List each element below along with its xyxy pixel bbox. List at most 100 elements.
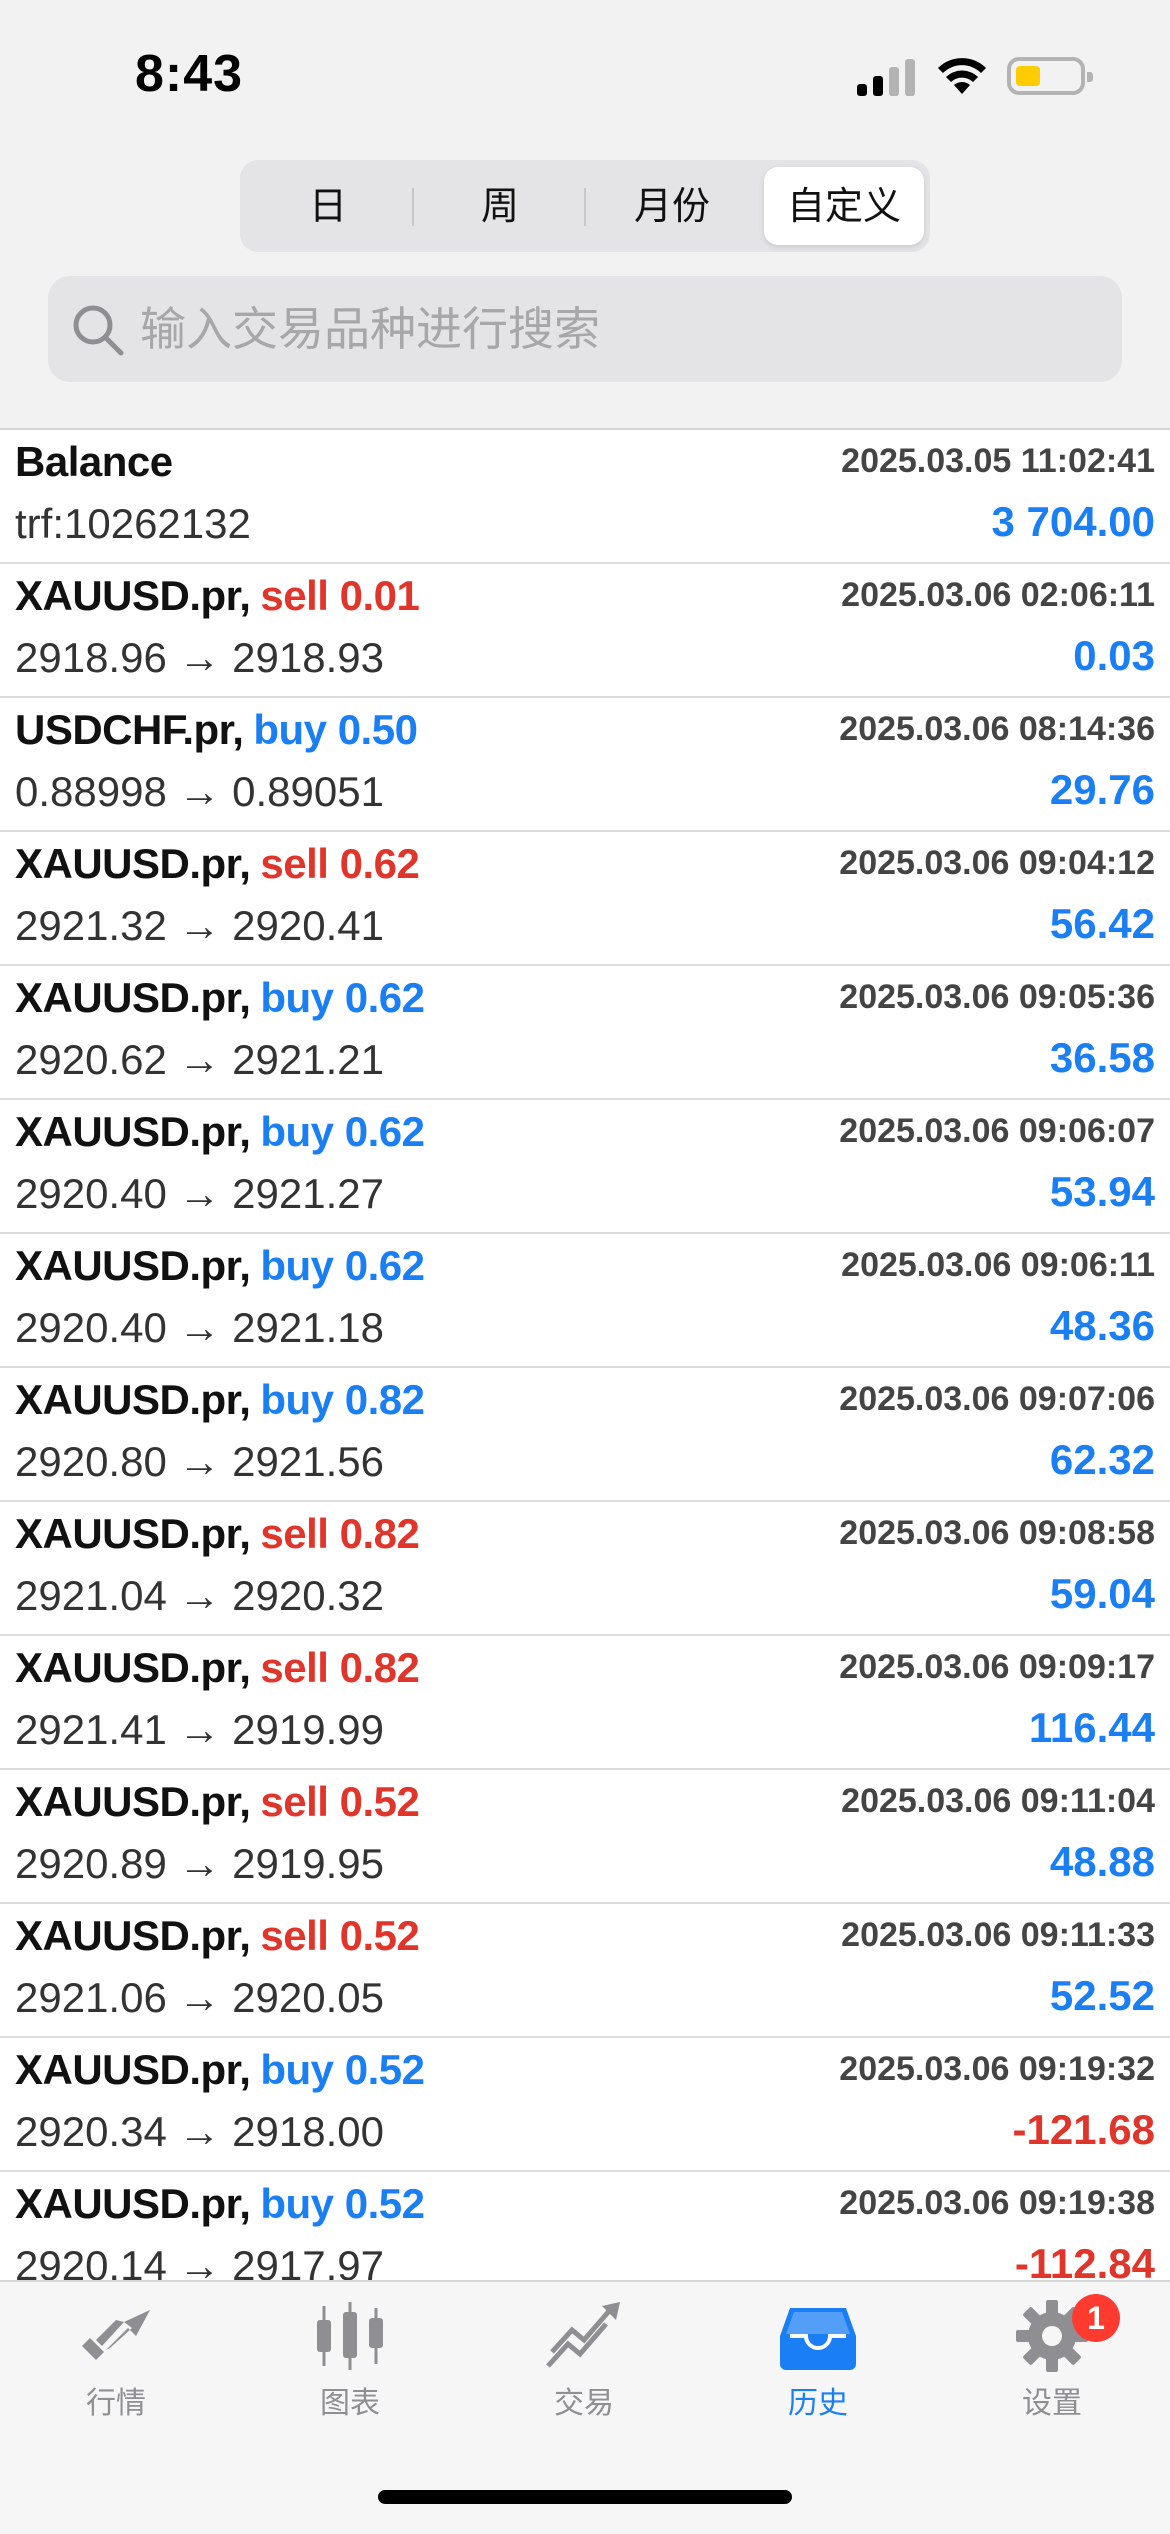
trade-row[interactable]: XAUUSD.pr, buy 0.62 2920.62 → 2921.21 2025.… — [0, 966, 1170, 1100]
trade-timestamp: 2025.03.06 09:04:12 — [839, 844, 1155, 882]
trade-row[interactable]: XAUUSD.pr, buy 0.52 2920.14 → 2917.97 2025.… — [0, 2172, 1170, 2280]
balance-timestamp: 2025.03.05 11:02:41 — [841, 442, 1155, 480]
trade-prices: 2921.06 → 2920.05 — [15, 1974, 384, 2021]
trade-timestamp: 2025.03.06 09:07:06 — [839, 1380, 1155, 1418]
balance-label: Balance — [15, 438, 173, 485]
trade-action: sell 0.52 — [260, 1912, 420, 1959]
trade-profit: 52.52 — [1049, 1972, 1155, 2019]
trade-prices: 2920.89 → 2919.95 — [15, 1840, 384, 1887]
trade-symbol-name: XAUUSD.pr, — [15, 572, 251, 619]
tab-trade[interactable]: 交易 — [484, 2300, 684, 2450]
trade-row[interactable]: XAUUSD.pr, sell 0.52 2921.06 → 2920.05 2025… — [0, 1904, 1170, 2038]
trade-symbol-name: XAUUSD.pr, — [15, 1376, 251, 1423]
trade-symbol-name: XAUUSD.pr, — [15, 974, 251, 1021]
trade-symbol: XAUUSD.pr, sell 0.52 — [15, 1912, 420, 1960]
segment-month[interactable]: 月份 — [592, 167, 752, 245]
home-indicator — [378, 2490, 792, 2504]
search-bar[interactable] — [48, 276, 1122, 382]
tab-settings[interactable]: 1 设置 — [952, 2294, 1152, 2450]
trade-symbol: XAUUSD.pr, sell 0.52 — [15, 1778, 420, 1826]
trade-symbol: USDCHF.pr, buy 0.50 — [15, 706, 418, 754]
balance-sub: trf:10262132 — [15, 500, 251, 547]
trade-row[interactable]: XAUUSD.pr, sell 0.01 2918.96 → 2918.93 2025… — [0, 564, 1170, 698]
tab-settings-label: 设置 — [1022, 2386, 1082, 2421]
trade-symbol-name: XAUUSD.pr, — [15, 1644, 251, 1691]
trade-symbol: XAUUSD.pr, sell 0.62 — [15, 840, 420, 888]
search-icon — [73, 305, 124, 356]
trade-symbol-name: XAUUSD.pr, — [15, 1510, 251, 1557]
tab-history-label: 历史 — [788, 2386, 848, 2421]
trade-action: buy 0.52 — [260, 2180, 425, 2227]
tab-charts[interactable]: 图表 — [250, 2300, 450, 2450]
trade-symbol: XAUUSD.pr, sell 0.82 — [15, 1510, 420, 1558]
segment-day[interactable]: 日 — [248, 167, 408, 245]
trade-profit: 0.03 — [1073, 632, 1155, 679]
trade-row[interactable]: USDCHF.pr, buy 0.50 0.88998 → 0.89051 2025.… — [0, 698, 1170, 832]
tab-quotes-label: 行情 — [86, 2386, 146, 2421]
trade-row[interactable]: XAUUSD.pr, buy 0.62 2920.40 → 2921.27 2025.… — [0, 1100, 1170, 1234]
trade-row[interactable]: XAUUSD.pr, sell 0.82 2921.41 → 2919.99 2025… — [0, 1636, 1170, 1770]
trade-timestamp: 2025.03.06 08:14:36 — [839, 710, 1155, 748]
trade-row[interactable]: XAUUSD.pr, buy 0.62 2920.40 → 2921.18 2025.… — [0, 1234, 1170, 1368]
trade-timestamp: 2025.03.06 09:08:58 — [839, 1514, 1155, 1552]
trade-prices: 2921.41 → 2919.99 — [15, 1706, 384, 1753]
trade-timestamp: 2025.03.06 09:11:04 — [841, 1782, 1155, 1820]
battery-icon — [1007, 57, 1093, 95]
trade-symbol-name: USDCHF.pr, — [15, 706, 244, 753]
tab-history[interactable]: 历史 — [718, 2300, 918, 2450]
balance-amount: 3 704.00 — [991, 498, 1156, 545]
trade-prices: 2920.80 → 2921.56 — [15, 1438, 384, 1485]
trade-symbol-name: XAUUSD.pr, — [15, 1242, 251, 1289]
trade-prices: 2920.40 → 2921.18 — [15, 1304, 384, 1351]
segment-custom[interactable]: 自定义 — [764, 167, 924, 245]
trade-profit: 36.58 — [1049, 1034, 1155, 1081]
trade-action: buy 0.50 — [253, 706, 418, 753]
trade-timestamp: 2025.03.06 09:05:36 — [839, 978, 1155, 1016]
status-time: 8:43 — [135, 45, 244, 103]
settings-badge: 1 — [1072, 2294, 1120, 2342]
trade-symbol-name: XAUUSD.pr, — [15, 2180, 251, 2227]
trade-row[interactable]: XAUUSD.pr, buy 0.82 2920.80 → 2921.56 2025.… — [0, 1368, 1170, 1502]
trade-profit: 59.04 — [1049, 1570, 1155, 1617]
trade-action: sell 0.01 — [260, 572, 420, 619]
trade-timestamp: 2025.03.06 09:19:32 — [839, 2050, 1155, 2088]
trade-timestamp: 2025.03.06 09:09:17 — [839, 1648, 1155, 1686]
trade-symbol-name: XAUUSD.pr, — [15, 1778, 251, 1825]
trade-prices: 2918.96 → 2918.93 — [15, 634, 384, 681]
history-icon — [780, 2308, 856, 2370]
trade-profit: 56.42 — [1049, 900, 1155, 947]
trade-action: sell 0.52 — [260, 1778, 420, 1825]
trade-symbol: XAUUSD.pr, buy 0.52 — [15, 2180, 425, 2228]
trade-profit: -121.68 — [1012, 2106, 1155, 2153]
trade-symbol: XAUUSD.pr, buy 0.62 — [15, 1108, 425, 1156]
search-input[interactable] — [140, 276, 1100, 382]
trade-profit: 53.94 — [1049, 1168, 1155, 1215]
trade-prices: 2920.34 → 2918.00 — [15, 2108, 384, 2155]
trade-row[interactable]: XAUUSD.pr, sell 0.52 2920.89 → 2919.95 2025… — [0, 1770, 1170, 1904]
trade-action: buy 0.82 — [260, 1376, 425, 1423]
trade-profit: 29.76 — [1049, 766, 1155, 813]
trade-icon — [546, 2302, 620, 2368]
trade-timestamp: 2025.03.06 09:06:11 — [841, 1246, 1155, 1284]
period-segmented-control: 日 周 月份 自定义 — [240, 160, 930, 252]
trade-timestamp: 2025.03.06 09:06:07 — [839, 1112, 1155, 1150]
segment-week[interactable]: 周 — [420, 167, 580, 245]
quotes-icon — [82, 2310, 150, 2360]
trade-row[interactable]: XAUUSD.pr, sell 0.62 2921.32 → 2920.41 2025… — [0, 832, 1170, 966]
trade-prices: 2920.14 → 2917.97 — [15, 2242, 384, 2280]
history-list: Balance trf:10262132 2025.03.05 11:02:41… — [0, 430, 1170, 2280]
trade-row[interactable]: XAUUSD.pr, sell 0.82 2921.04 → 2920.32 2025… — [0, 1502, 1170, 1636]
trade-symbol: XAUUSD.pr, buy 0.62 — [15, 1242, 425, 1290]
trade-profit: 62.32 — [1049, 1436, 1155, 1483]
trade-symbol: XAUUSD.pr, buy 0.62 — [15, 974, 425, 1022]
trade-symbol-name: XAUUSD.pr, — [15, 2046, 251, 2093]
balance-row[interactable]: Balance trf:10262132 2025.03.05 11:02:41… — [0, 430, 1170, 564]
trade-profit: 116.44 — [1028, 1704, 1155, 1751]
tab-quotes[interactable]: 行情 — [16, 2300, 216, 2450]
trade-row[interactable]: XAUUSD.pr, buy 0.52 2920.34 → 2918.00 2025.… — [0, 2038, 1170, 2172]
trade-symbol: XAUUSD.pr, buy 0.82 — [15, 1376, 425, 1424]
trade-profit: 48.36 — [1049, 1302, 1155, 1349]
trade-symbol-name: XAUUSD.pr, — [15, 840, 251, 887]
history-header: 日 周 月份 自定义 — [0, 150, 1170, 430]
trade-prices: 2920.40 → 2921.27 — [15, 1170, 384, 1217]
